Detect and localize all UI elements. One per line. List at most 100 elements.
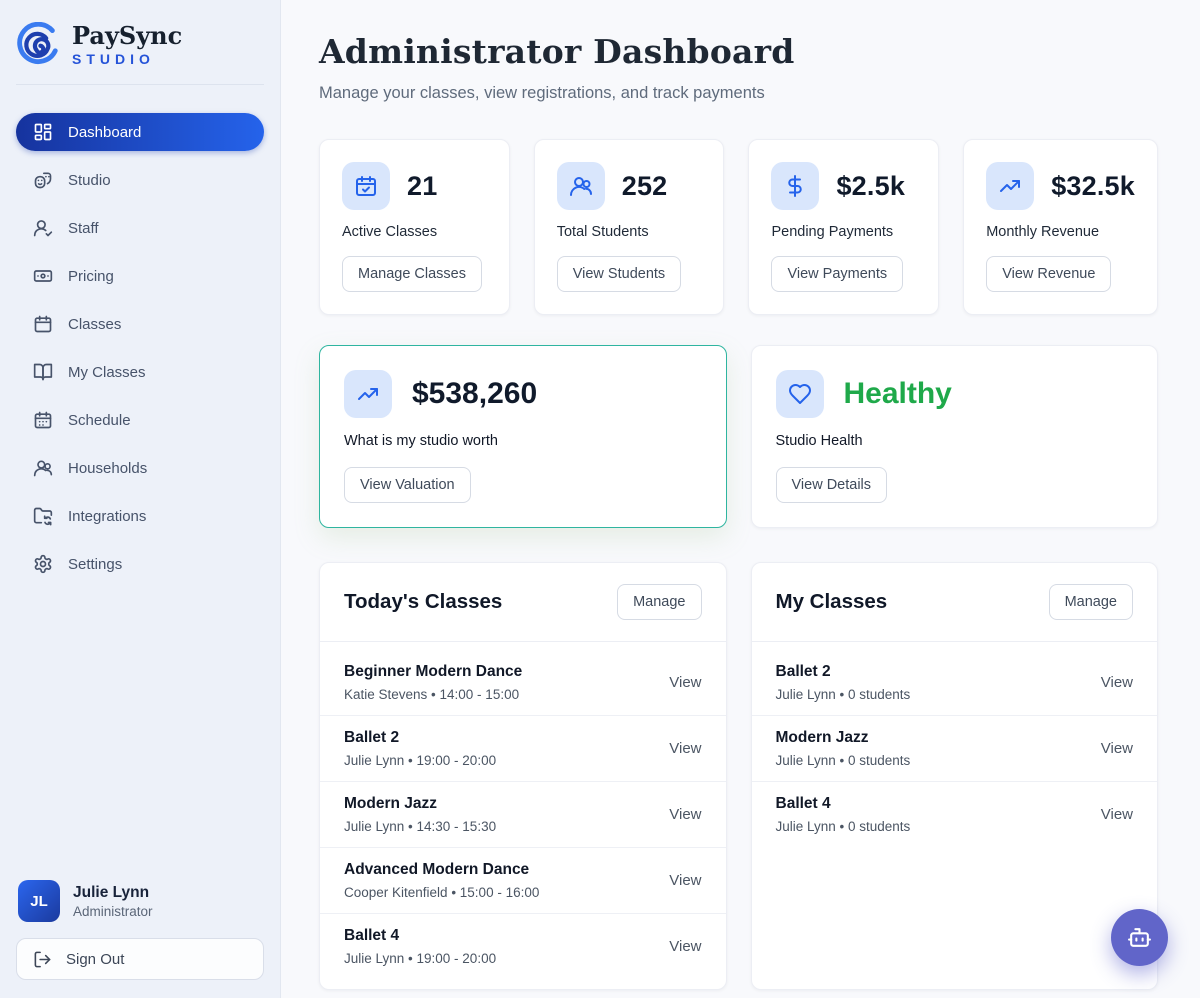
todays-classes-list: Beginner Modern Dance Katie Stevens • 14… <box>320 642 726 989</box>
user-text: Julie Lynn Administrator <box>73 884 153 919</box>
my-classes-manage-button[interactable]: Manage <box>1049 584 1133 620</box>
sidebar-item[interactable]: Pricing <box>16 257 264 295</box>
stat-action-button[interactable]: View Students <box>557 256 681 292</box>
chatbot-fab-button[interactable] <box>1111 909 1168 966</box>
user-name: Julie Lynn <box>73 884 153 902</box>
todays-classes-manage-button[interactable]: Manage <box>617 584 701 620</box>
valuation-top: $538,260 <box>344 370 702 418</box>
class-row: Modern Jazz Julie Lynn • 0 students View <box>752 715 1158 781</box>
sidebar-item[interactable]: Settings <box>16 545 264 583</box>
class-name: Ballet 4 <box>776 795 911 813</box>
stat-label: Active Classes <box>342 224 487 240</box>
user-info: JL Julie Lynn Administrator <box>18 880 264 922</box>
stat-icon <box>998 174 1022 198</box>
class-view-link[interactable]: View <box>669 674 701 691</box>
sign-out-button[interactable]: Sign Out <box>16 938 264 980</box>
nav-item-label: Settings <box>68 556 122 573</box>
sidebar-nav: Dashboard Studio Staff Pricing <box>16 113 264 583</box>
stat-value: 21 <box>407 171 437 202</box>
page-title: Administrator Dashboard <box>319 32 1158 71</box>
class-row: Ballet 4 Julie Lynn • 19:00 - 20:00 View <box>320 913 726 979</box>
sidebar-item[interactable]: Classes <box>16 305 264 343</box>
class-view-link[interactable]: View <box>669 806 701 823</box>
class-view-link[interactable]: View <box>669 740 701 757</box>
sidebar-item[interactable]: Schedule <box>16 401 264 439</box>
todays-classes-title: Today's Classes <box>344 590 502 614</box>
class-meta: Julie Lynn • 19:00 - 20:00 <box>344 753 496 768</box>
class-row: Ballet 2 Julie Lynn • 19:00 - 20:00 View <box>320 715 726 781</box>
sidebar-item[interactable]: Staff <box>16 209 264 247</box>
class-row: Ballet 4 Julie Lynn • 0 students View <box>752 781 1158 847</box>
class-name: Ballet 2 <box>344 729 496 747</box>
class-meta: Katie Stevens • 14:00 - 15:00 <box>344 687 522 702</box>
sidebar-item[interactable]: Integrations <box>16 497 264 535</box>
sidebar-item[interactable]: Households <box>16 449 264 487</box>
view-valuation-button[interactable]: View Valuation <box>344 467 471 503</box>
class-name: Modern Jazz <box>776 729 911 747</box>
stat-top: 21 <box>342 162 487 210</box>
stat-action-button[interactable]: View Payments <box>771 256 903 292</box>
sidebar-item[interactable]: My Classes <box>16 353 264 391</box>
class-info: Ballet 2 Julie Lynn • 0 students <box>776 663 911 702</box>
stat-value: $32.5k <box>1051 171 1135 202</box>
stat-icon-tile <box>771 162 819 210</box>
stat-icon <box>354 174 378 198</box>
stat-icon-tile <box>342 162 390 210</box>
studio-health-card: Healthy Studio Health View Details <box>751 345 1159 528</box>
stat-card: $2.5k Pending Payments View Payments <box>748 139 939 315</box>
sidebar-item[interactable]: Studio <box>16 161 264 199</box>
main-content: Administrator Dashboard Manage your clas… <box>281 0 1200 998</box>
stat-action-button[interactable]: View Revenue <box>986 256 1111 292</box>
class-view-link[interactable]: View <box>669 872 701 889</box>
app-root: PaySync STUDIO Dashboard Studio Sta <box>0 0 1200 998</box>
valuation-label: What is my studio worth <box>344 433 702 449</box>
class-row: Beginner Modern Dance Katie Stevens • 14… <box>320 650 726 715</box>
trending-up-icon <box>356 382 380 406</box>
class-row: Modern Jazz Julie Lynn • 14:30 - 15:30 V… <box>320 781 726 847</box>
class-meta: Cooper Kitenfield • 15:00 - 16:00 <box>344 885 539 900</box>
class-name: Modern Jazz <box>344 795 496 813</box>
class-view-link[interactable]: View <box>1101 674 1133 691</box>
class-view-link[interactable]: View <box>1101 806 1133 823</box>
class-info: Ballet 2 Julie Lynn • 19:00 - 20:00 <box>344 729 496 768</box>
class-name: Beginner Modern Dance <box>344 663 522 681</box>
nav-item-icon <box>33 266 53 286</box>
class-view-link[interactable]: View <box>1101 740 1133 757</box>
class-meta: Julie Lynn • 0 students <box>776 687 911 702</box>
class-name: Ballet 2 <box>776 663 911 681</box>
class-name: Ballet 4 <box>344 927 496 945</box>
class-name: Advanced Modern Dance <box>344 861 539 879</box>
class-info: Ballet 4 Julie Lynn • 0 students <box>776 795 911 834</box>
nav-item-label: Dashboard <box>68 124 141 141</box>
sidebar: PaySync STUDIO Dashboard Studio Sta <box>0 0 281 998</box>
stat-label: Pending Payments <box>771 224 916 240</box>
stat-value: 252 <box>622 171 668 202</box>
nav-item-icon <box>33 506 53 526</box>
stat-icon-tile <box>557 162 605 210</box>
health-top: Healthy <box>776 370 1134 418</box>
stat-card: 21 Active Classes Manage Classes <box>319 139 510 315</box>
valuation-value: $538,260 <box>412 377 537 411</box>
logo: PaySync STUDIO <box>16 16 264 84</box>
view-details-button[interactable]: View Details <box>776 467 888 503</box>
class-info: Modern Jazz Julie Lynn • 0 students <box>776 729 911 768</box>
stats-row: 21 Active Classes Manage Classes 252 Tot… <box>319 139 1158 315</box>
user-role: Administrator <box>73 904 153 919</box>
stat-card: $32.5k Monthly Revenue View Revenue <box>963 139 1158 315</box>
stat-action-button[interactable]: Manage Classes <box>342 256 482 292</box>
sidebar-item[interactable]: Dashboard <box>16 113 264 151</box>
highlight-row: $538,260 What is my studio worth View Va… <box>319 345 1158 528</box>
class-meta: Julie Lynn • 19:00 - 20:00 <box>344 951 496 966</box>
class-view-link[interactable]: View <box>669 938 701 955</box>
nav-item-icon <box>33 218 53 238</box>
class-meta: Julie Lynn • 0 students <box>776 819 911 834</box>
stat-top: $2.5k <box>771 162 916 210</box>
stat-top: 252 <box>557 162 702 210</box>
paysync-spiral-logo-icon <box>16 22 62 68</box>
my-classes-card: My Classes Manage Ballet 2 Julie Lynn • … <box>751 562 1159 990</box>
class-info: Modern Jazz Julie Lynn • 14:30 - 15:30 <box>344 795 496 834</box>
nav-item-label: Schedule <box>68 412 131 429</box>
class-meta: Julie Lynn • 0 students <box>776 753 911 768</box>
logo-subtitle: STUDIO <box>72 51 182 67</box>
sign-out-label: Sign Out <box>66 951 124 968</box>
